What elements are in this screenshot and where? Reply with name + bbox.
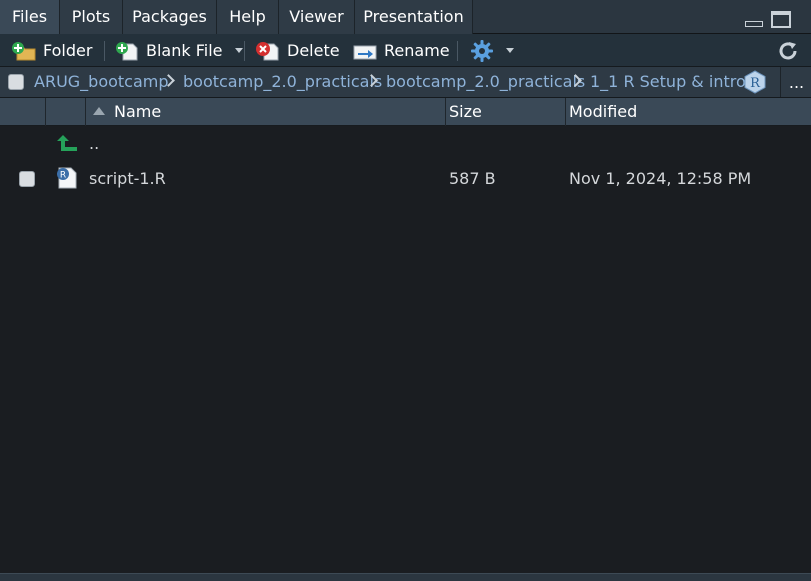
more-path-label: ...: [788, 73, 805, 92]
chevron-down-icon: [506, 48, 514, 53]
row-checkbox[interactable]: [19, 171, 35, 187]
pane-tab-bar: Files Plots Packages Help Viewer Present…: [0, 0, 811, 34]
tab-presentation[interactable]: Presentation: [355, 0, 473, 34]
file-name-link[interactable]: script-1.R: [89, 162, 166, 196]
tab-help-label: Help: [229, 7, 266, 26]
new-folder-label: Folder: [43, 41, 93, 60]
svg-text:R: R: [60, 171, 66, 181]
minimize-pane-icon[interactable]: [745, 21, 763, 27]
toolbar-divider: [104, 41, 105, 61]
file-modified-date: Nov 1, 2024, 12:58 PM: [569, 169, 752, 188]
r-badge-label: R: [750, 76, 761, 91]
tab-packages[interactable]: Packages: [123, 0, 217, 34]
up-arrow-icon: [57, 135, 77, 151]
tab-plots[interactable]: Plots: [60, 0, 123, 34]
chevron-down-icon: [234, 48, 243, 53]
delete-label: Delete: [287, 41, 340, 60]
breadcrumb-item[interactable]: bootcamp_2.0_practicals: [386, 67, 585, 97]
r-script-icon: R: [57, 167, 77, 189]
header-icon-column: [46, 98, 86, 126]
column-header-name[interactable]: Name: [86, 98, 446, 126]
tab-presentation-label: Presentation: [363, 7, 464, 26]
file-list-header: Name Size Modified: [0, 98, 811, 126]
breadcrumb: ARUG_bootcamp bootcamp_2.0_practicals bo…: [0, 67, 811, 98]
rename-label: Rename: [384, 41, 450, 60]
file-size: 587 B: [449, 169, 496, 188]
r-project-icon[interactable]: R: [743, 70, 767, 94]
rename-button[interactable]: Rename: [352, 34, 450, 67]
column-header-modified[interactable]: Modified: [566, 98, 811, 126]
rename-icon: [353, 45, 377, 59]
table-row[interactable]: R script-1.R 587 B Nov 1, 2024, 12:58 PM: [0, 162, 811, 196]
tab-packages-label: Packages: [132, 7, 207, 26]
refresh-button[interactable]: [777, 34, 799, 67]
tab-viewer-label: Viewer: [289, 7, 344, 26]
tab-viewer[interactable]: Viewer: [279, 0, 355, 34]
more-actions-button[interactable]: [470, 34, 514, 67]
files-toolbar: Folder Blank File Delete Rename: [0, 34, 811, 67]
delete-icon: [256, 41, 279, 60]
tab-files-label: Files: [11, 7, 48, 26]
column-header-modified-label: Modified: [569, 102, 638, 121]
delete-button[interactable]: Delete: [255, 34, 340, 67]
parent-dir-link[interactable]: ..: [89, 127, 99, 161]
breadcrumb-item[interactable]: bootcamp_2.0_practicals: [183, 67, 382, 97]
breadcrumb-item[interactable]: ARUG_bootcamp: [34, 67, 169, 97]
maximize-pane-icon[interactable]: [771, 11, 791, 28]
refresh-icon: [779, 41, 797, 59]
sort-ascending-icon: [93, 107, 105, 115]
column-header-size-label: Size: [449, 102, 482, 121]
list-item-parent-dir[interactable]: ..: [0, 127, 811, 161]
new-blank-file-label: Blank File: [146, 41, 223, 60]
new-blank-file-button[interactable]: Blank File: [114, 34, 243, 67]
column-header-size[interactable]: Size: [446, 98, 566, 126]
tab-plots-label: Plots: [71, 7, 111, 26]
tab-files[interactable]: Files: [0, 0, 60, 34]
new-file-icon: [116, 41, 138, 60]
more-path-button[interactable]: ...: [780, 67, 811, 97]
pane-bottom-border: [0, 573, 811, 581]
column-header-name-label: Name: [114, 102, 162, 121]
select-all-checkbox[interactable]: [8, 74, 24, 90]
tab-help[interactable]: Help: [217, 0, 279, 34]
gear-icon: [471, 39, 493, 62]
breadcrumb-item[interactable]: 1_1 R Setup & intro: [590, 67, 746, 97]
new-folder-button[interactable]: Folder: [11, 34, 92, 67]
toolbar-divider: [457, 41, 458, 61]
header-checkbox-column: [0, 98, 46, 126]
toolbar-divider: [244, 41, 245, 61]
new-folder-icon: [12, 41, 36, 60]
